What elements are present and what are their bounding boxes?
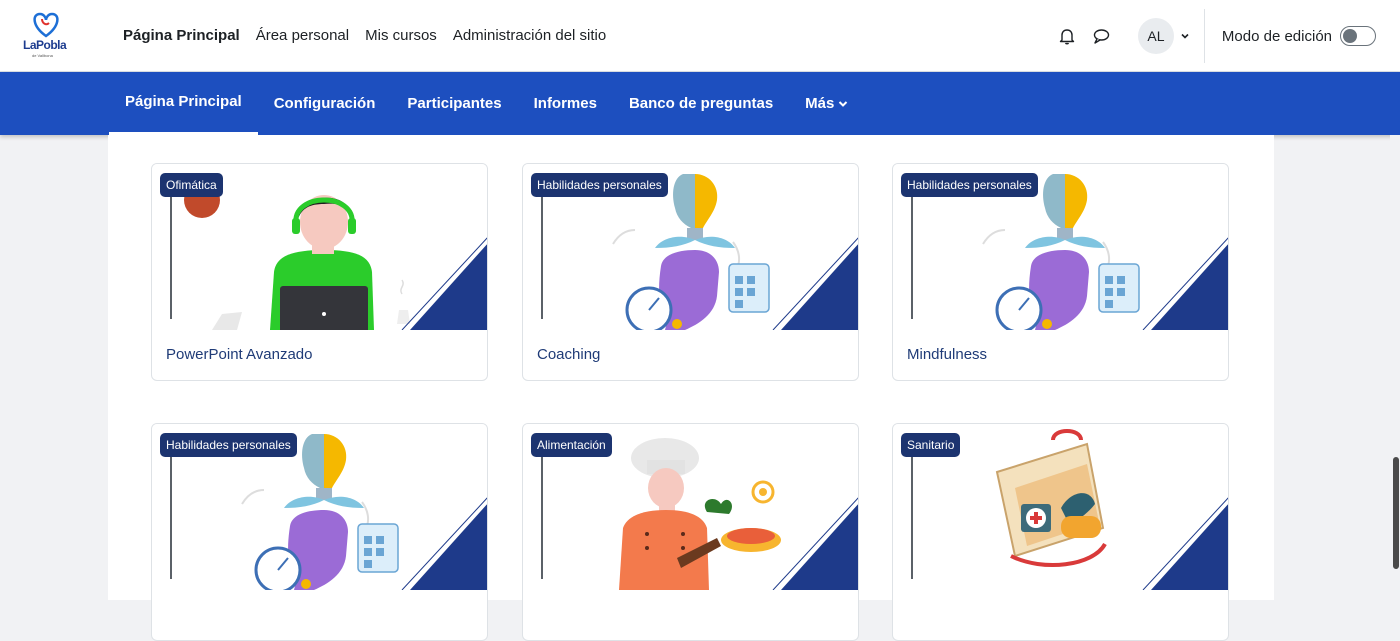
logo-text: LaPobla [23, 38, 67, 52]
course-title[interactable]: Mindfulness [907, 346, 987, 363]
category-badge: Habilidades personales [160, 433, 297, 457]
course-card[interactable]: Habilidades personales Coaching [522, 163, 859, 381]
category-badge: Alimentación [531, 433, 612, 457]
category-badge: Sanitario [901, 433, 961, 457]
tab-reports[interactable]: Informes [518, 72, 613, 135]
decor-line [911, 438, 913, 579]
tab-settings[interactable]: Configuración [258, 72, 392, 135]
edit-mode-toggle[interactable] [1340, 26, 1376, 46]
course-card[interactable]: Habilidades personales [151, 423, 488, 641]
course-image: Habilidades personales [893, 164, 1228, 330]
secondary-navigation: Página Principal Configuración Participa… [0, 72, 1400, 135]
course-image: Habilidades personales [152, 424, 487, 590]
tab-participants[interactable]: Participantes [391, 72, 517, 135]
course-card[interactable]: Ofimática PowerPoint Avanzado [151, 163, 488, 381]
tab-settings-label: Configuración [273, 95, 376, 112]
top-navbar: LaPobla de Vallbona Página Principal Áre… [0, 0, 1400, 72]
chevron-down-icon [839, 100, 848, 107]
course-title[interactable]: Coaching [537, 346, 600, 363]
primary-navigation: Página Principal Área personal Mis curso… [115, 0, 614, 72]
topnav-home[interactable]: Página Principal [115, 0, 248, 72]
scrollbar-thumb[interactable] [1393, 457, 1399, 569]
category-badge: Habilidades personales [531, 173, 668, 197]
tab-participants-label: Participantes [407, 95, 502, 112]
chat-bubble-icon [1093, 29, 1110, 44]
course-card[interactable]: Habilidades personales Mindfulness [892, 163, 1229, 381]
topnav-dashboard[interactable]: Área personal [248, 0, 357, 72]
tab-question-bank-label: Banco de preguntas [628, 95, 774, 112]
topnav-site-admin[interactable]: Administración del sitio [445, 0, 614, 72]
course-image: Alimentación [523, 424, 858, 590]
notifications-button[interactable] [1050, 19, 1084, 53]
course-title[interactable]: PowerPoint Avanzado [166, 346, 313, 363]
tab-more-label: Más [805, 95, 835, 112]
course-card[interactable]: Sanitario [892, 423, 1229, 641]
user-menu[interactable]: AL [1137, 18, 1204, 54]
site-logo[interactable]: LaPobla de Vallbona [18, 10, 74, 62]
edit-mode-label: Modo de edición [1221, 27, 1332, 45]
messages-button[interactable] [1084, 19, 1118, 53]
course-image: Ofimática [152, 164, 487, 330]
page-scrollbar[interactable] [1390, 135, 1400, 600]
toggle-knob [1343, 29, 1357, 43]
bell-icon [1059, 29, 1075, 45]
decor-line [170, 438, 172, 579]
tab-reports-label: Informes [533, 95, 597, 112]
topnav-my-courses[interactable]: Mis cursos [357, 0, 445, 72]
edit-mode-control: Modo de edición [1205, 26, 1400, 46]
tab-more[interactable]: Más [789, 72, 864, 135]
course-card[interactable]: Alimentación [522, 423, 859, 641]
decor-line [541, 178, 543, 319]
logo-subtext: de Vallbona [32, 53, 53, 58]
category-badge: Ofimática [160, 173, 223, 197]
user-tools: AL Modo de edición [1050, 0, 1400, 72]
avatar[interactable]: AL [1137, 18, 1174, 54]
category-badge: Habilidades personales [901, 173, 1038, 197]
tab-home[interactable]: Página Principal [109, 72, 258, 135]
course-image: Habilidades personales [523, 164, 858, 330]
tab-question-bank[interactable]: Banco de preguntas [613, 72, 789, 135]
course-list-area: Ofimática PowerPoint Avanzado Habilidade… [108, 135, 1274, 641]
tab-home-label: Página Principal [125, 93, 242, 110]
course-image: Sanitario [893, 424, 1228, 590]
decor-line [911, 178, 913, 319]
decor-line [170, 178, 172, 319]
chevron-down-icon [1181, 33, 1189, 39]
heart-logo-icon [33, 12, 59, 38]
decor-line [541, 438, 543, 579]
